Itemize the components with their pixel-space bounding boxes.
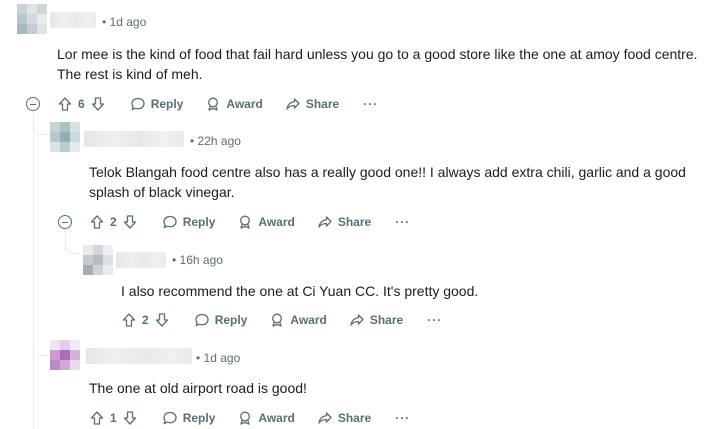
- downvote-icon[interactable]: [90, 96, 106, 112]
- username[interactable]: [116, 252, 166, 268]
- award-icon: [272, 313, 283, 327]
- share-label: Share: [369, 313, 404, 327]
- collapse-thread-button[interactable]: [26, 97, 40, 111]
- comment-action-bar: 2 Reply Award Share ···: [121, 309, 442, 331]
- award-icon: [208, 97, 219, 111]
- comment-body: I also recommend the one at Ci Yuan CC. …: [121, 283, 479, 299]
- username[interactable]: [50, 12, 96, 28]
- comment-timestamp: • 1d ago: [102, 15, 147, 29]
- more-options-button[interactable]: ···: [427, 313, 442, 327]
- downvote-icon[interactable]: [122, 214, 138, 230]
- avatar[interactable]: [50, 122, 80, 152]
- award-button[interactable]: Award: [237, 214, 295, 230]
- comment-timestamp: • 16h ago: [172, 253, 223, 267]
- vote-control: 1: [89, 410, 138, 426]
- reply-label: Reply: [214, 313, 248, 327]
- reply-icon: [163, 411, 177, 425]
- share-button[interactable]: Share: [349, 312, 403, 328]
- share-label: Share: [305, 97, 340, 111]
- vote-count: 2: [142, 313, 149, 327]
- upvote-icon[interactable]: [57, 96, 73, 112]
- thread-connector: [33, 112, 51, 356]
- upvote-icon[interactable]: [89, 410, 105, 426]
- thread-connector: [65, 229, 80, 254]
- avatar[interactable]: [50, 340, 80, 370]
- share-button[interactable]: Share: [317, 410, 371, 426]
- award-button[interactable]: Award: [205, 96, 263, 112]
- comment-action-bar: 1 Reply Award Share ···: [89, 407, 410, 429]
- award-button[interactable]: Award: [237, 410, 295, 426]
- reply-icon: [195, 313, 209, 327]
- comment-body: Telok Blangah food centre also has a rea…: [89, 164, 686, 200]
- reply-label: Reply: [182, 411, 216, 425]
- share-label: Share: [337, 215, 372, 229]
- share-icon: [286, 98, 300, 110]
- collapse-thread-button[interactable]: [58, 215, 72, 229]
- avatar[interactable]: [83, 245, 113, 275]
- upvote-icon[interactable]: [89, 214, 105, 230]
- share-icon: [318, 412, 332, 424]
- reply-button[interactable]: Reply: [162, 214, 216, 230]
- more-options-button[interactable]: ···: [363, 97, 378, 111]
- comment-action-bar: 6 Reply Award Share ···: [57, 93, 378, 115]
- vote-control: 2: [121, 312, 170, 328]
- reply-button[interactable]: Reply: [130, 96, 184, 112]
- more-options-button[interactable]: ···: [395, 411, 410, 425]
- vote-control: 6: [57, 96, 106, 112]
- reply-icon: [163, 215, 177, 229]
- avatar[interactable]: [17, 4, 47, 34]
- reply-label: Reply: [150, 97, 184, 111]
- vote-count: 6: [78, 97, 85, 111]
- share-button[interactable]: Share: [317, 214, 371, 230]
- award-label: Award: [226, 97, 263, 111]
- award-label: Award: [258, 411, 295, 425]
- vote-count: 2: [110, 215, 117, 229]
- reply-button[interactable]: Reply: [194, 312, 248, 328]
- share-icon: [350, 314, 364, 326]
- reply-icon: [131, 97, 145, 111]
- more-options-button[interactable]: ···: [395, 215, 410, 229]
- award-icon: [240, 215, 251, 229]
- comment-timestamp: • 22h ago: [190, 134, 241, 148]
- award-label: Award: [258, 215, 295, 229]
- reply-label: Reply: [182, 215, 216, 229]
- comment-body: The one at old airport road is good!: [89, 380, 307, 396]
- reply-button[interactable]: Reply: [162, 410, 216, 426]
- comment-timestamp: • 1d ago: [196, 351, 241, 365]
- upvote-icon[interactable]: [121, 312, 137, 328]
- comment-action-bar: 2 Reply Award Share ···: [89, 211, 410, 233]
- share-label: Share: [337, 411, 372, 425]
- downvote-icon[interactable]: [154, 312, 170, 328]
- vote-control: 2: [89, 214, 138, 230]
- award-icon: [240, 411, 251, 425]
- downvote-icon[interactable]: [122, 410, 138, 426]
- vote-count: 1: [110, 411, 117, 425]
- award-label: Award: [290, 313, 327, 327]
- comment-body: Lor mee is the kind of food that fail ha…: [57, 46, 698, 82]
- share-button[interactable]: Share: [285, 96, 339, 112]
- username[interactable]: [86, 348, 192, 364]
- share-icon: [318, 216, 332, 228]
- award-button[interactable]: Award: [269, 312, 327, 328]
- username[interactable]: [84, 131, 184, 147]
